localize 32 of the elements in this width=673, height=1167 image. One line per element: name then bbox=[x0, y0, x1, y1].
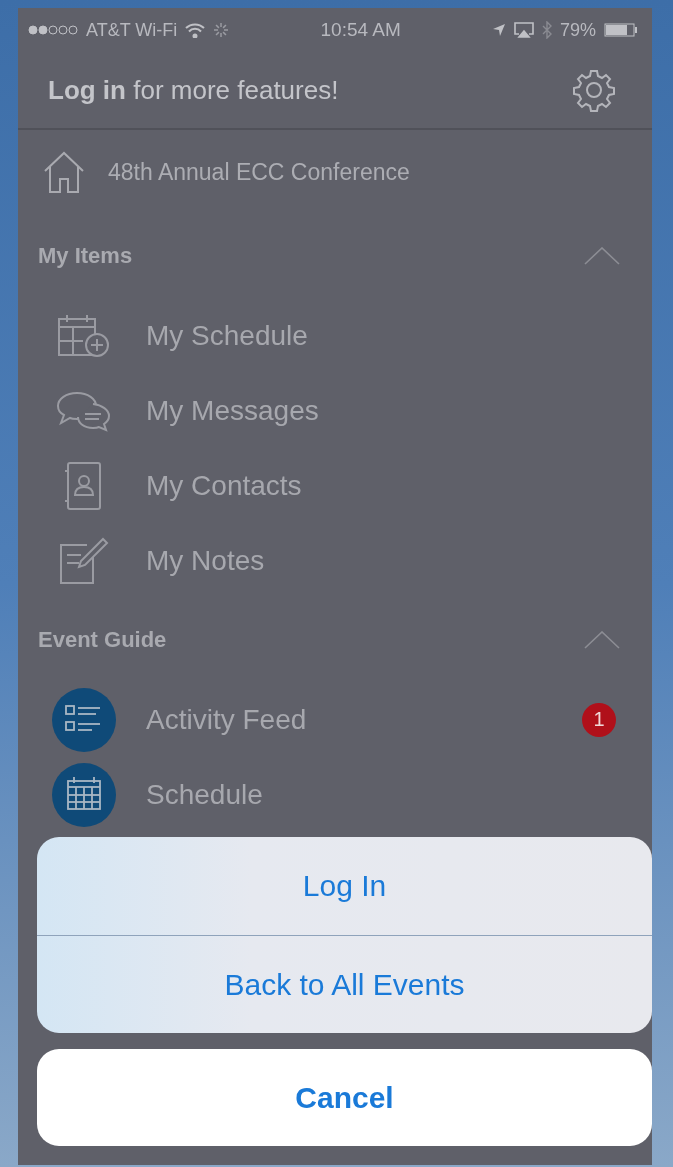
menu-item[interactable]: Schedule bbox=[18, 757, 652, 832]
calendar-icon bbox=[52, 762, 116, 827]
contact-book-icon bbox=[64, 460, 104, 511]
spinner-icon bbox=[213, 22, 230, 38]
login-prompt[interactable]: Log in for more features! bbox=[48, 74, 339, 106]
section-header[interactable]: Event Guide bbox=[18, 598, 652, 682]
section-header[interactable]: My Items bbox=[18, 214, 652, 298]
list-icon bbox=[52, 687, 116, 752]
battery-icon bbox=[604, 23, 638, 37]
home-row[interactable]: 48th Annual ECC Conference bbox=[18, 130, 652, 214]
time-text: 10:54 AM bbox=[320, 19, 401, 41]
note-pencil-icon bbox=[59, 536, 109, 585]
location-arrow-icon bbox=[492, 23, 506, 37]
carrier-text: AT&T Wi-Fi bbox=[86, 19, 178, 41]
chat-bubbles-icon bbox=[55, 389, 113, 432]
action-button[interactable]: Back to All Events bbox=[37, 935, 652, 1033]
home-icon bbox=[42, 150, 86, 194]
menu-item[interactable]: My Notes bbox=[18, 523, 652, 598]
menu-item[interactable]: Activity Feed 1 bbox=[18, 682, 652, 757]
menu-item[interactable]: My Contacts bbox=[18, 448, 652, 523]
wifi-icon bbox=[185, 22, 206, 38]
cancel-button[interactable]: Cancel bbox=[37, 1049, 652, 1146]
settings-icon[interactable] bbox=[572, 68, 616, 112]
battery-percent: 79% bbox=[560, 19, 596, 41]
airplay-icon bbox=[514, 22, 534, 38]
bluetooth-icon bbox=[542, 21, 552, 39]
calendar-add-icon bbox=[57, 312, 111, 359]
menu-item[interactable]: My Schedule bbox=[18, 298, 652, 373]
signal-icon bbox=[28, 25, 78, 35]
action-button[interactable]: Log In bbox=[37, 837, 652, 935]
menu-item[interactable]: My Messages bbox=[18, 373, 652, 448]
notification-badge: 1 bbox=[582, 702, 616, 737]
